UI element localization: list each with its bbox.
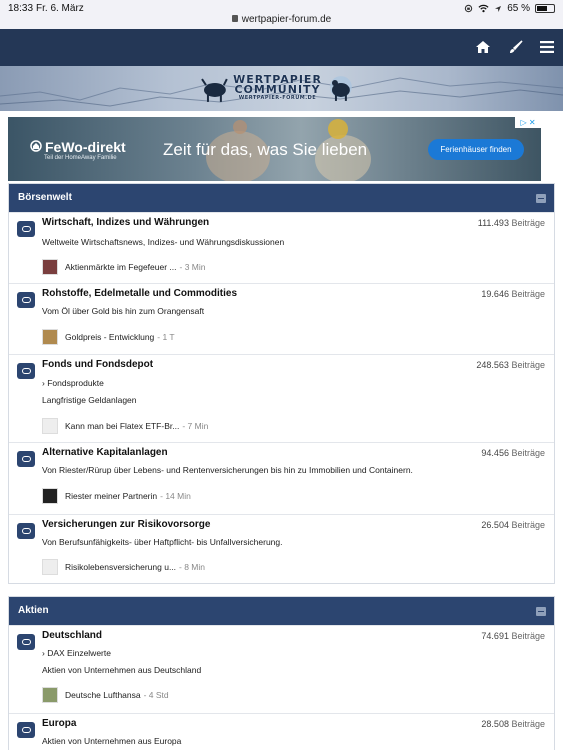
forum-description: Langfristige Geldanlagen — [42, 395, 137, 405]
forum-title[interactable]: Deutschland — [42, 630, 102, 641]
fewo-logo-icon — [30, 140, 42, 152]
last-post-title[interactable]: Kann man bei Flatex ETF-Br... — [65, 421, 179, 431]
ad-cta-button[interactable]: Ferienhäuser finden — [428, 139, 524, 160]
forum-description: Vom Öl über Gold bis hin zum Orangensaft — [42, 306, 205, 316]
last-post-title[interactable]: Risikolebensversicherung u... — [65, 562, 176, 572]
collapse-icon[interactable] — [536, 607, 546, 616]
last-post-time: - 4 Std — [143, 690, 169, 700]
forum-description: Weltweite Wirtschaftsnews, Indizes- und … — [42, 237, 285, 247]
avatar[interactable] — [42, 559, 58, 575]
category-boersenwelt: Börsenwelt Wirtschaft, Indizes und Währu… — [8, 183, 555, 584]
brush-icon[interactable] — [505, 37, 525, 57]
last-post[interactable]: Goldpreis - Entwicklung - 1 T — [42, 329, 175, 345]
last-post[interactable]: Risikolebensversicherung u... - 8 Min — [42, 559, 205, 575]
site-header — [0, 29, 563, 66]
forum-description: Von Riester/Rürup über Lebens- und Rente… — [42, 465, 413, 475]
url-text: wertpapier-forum.de — [241, 14, 332, 25]
location-icon — [495, 5, 502, 12]
subforum-link[interactable]: › DAX Einzelwerte — [42, 648, 111, 658]
battery-icon — [535, 4, 555, 13]
ad-choices-icon[interactable]: ▷ ✕ — [515, 117, 541, 128]
last-post[interactable]: Riester meiner Partnerin - 14 Min — [42, 488, 191, 504]
status-bar: 18:33 Fr. 6. März wertpapier-forum.de 65… — [0, 0, 563, 29]
forum-post-count: 248.563 Beiträge — [476, 360, 545, 370]
forum-icon — [17, 523, 35, 539]
forum-icon — [17, 634, 35, 650]
forum-title[interactable]: Alternative Kapitalanlagen — [42, 447, 168, 458]
avatar[interactable] — [42, 259, 58, 275]
ad-brand: FeWo-direkt — [45, 139, 126, 155]
forum-row[interactable]: Europa 28.508 Beiträge Aktien von Untern… — [9, 713, 554, 750]
ad-slogan: Zeit für das, was Sie lieben — [163, 140, 368, 159]
collapse-icon[interactable] — [536, 194, 546, 203]
last-post-time: - 3 Min — [179, 262, 206, 272]
bear-icon — [330, 76, 353, 101]
last-post-time: - 7 Min — [182, 421, 209, 431]
forum-description: Von Berufsunfähigkeits- über Haftpflicht… — [42, 537, 283, 547]
forum-banner: WERTPAPIER COMMUNITY WERTPAPIER-FORUM.DE — [0, 66, 563, 111]
forum-row[interactable]: Rohstoffe, Edelmetalle und Commodities 1… — [9, 283, 554, 354]
category-title: Aktien — [18, 605, 49, 616]
forum-post-count: 74.691 Beiträge — [481, 631, 545, 641]
forum-post-count: 28.508 Beiträge — [481, 719, 545, 729]
last-post-title[interactable]: Goldpreis - Entwicklung — [65, 332, 154, 342]
forum-description: Aktien von Unternehmen aus Europa — [42, 736, 182, 746]
logo-text: WERTPAPIER COMMUNITY WERTPAPIER-FORUM.DE — [233, 73, 322, 101]
lock-icon — [231, 15, 238, 22]
category-header[interactable]: Börsenwelt — [9, 184, 554, 212]
forum-icon — [17, 722, 35, 738]
forum-title[interactable]: Rohstoffe, Edelmetalle und Commodities — [42, 288, 237, 299]
bull-icon — [201, 78, 228, 102]
category-aktien: Aktien Deutschland 74.691 Beiträge › DAX… — [8, 596, 555, 750]
forum-title[interactable]: Versicherungen zur Risikovorsorge — [42, 519, 210, 530]
forum-row[interactable]: Fonds und Fondsdepot 248.563 Beiträge › … — [9, 354, 554, 442]
wifi-icon — [478, 4, 489, 13]
category-title: Börsenwelt — [18, 192, 72, 203]
forum-row[interactable]: Versicherungen zur Risikovorsorge 26.504… — [9, 514, 554, 584]
avatar[interactable] — [42, 687, 58, 703]
forum-row[interactable]: Wirtschaft, Indizes und Währungen 111.49… — [9, 212, 554, 283]
forum-post-count: 26.504 Beiträge — [481, 520, 545, 530]
status-date: Fr. 6. März — [36, 3, 84, 14]
last-post[interactable]: Aktienmärkte im Fegefeuer ... - 3 Min — [42, 259, 205, 275]
avatar[interactable] — [42, 329, 58, 345]
forum-icon — [17, 221, 35, 237]
last-post-title[interactable]: Riester meiner Partnerin — [65, 491, 157, 501]
subforum-link[interactable]: › Fondsprodukte — [42, 378, 104, 388]
last-post[interactable]: Deutsche Lufthansa - 4 Std — [42, 687, 169, 703]
last-post-title[interactable]: Deutsche Lufthansa — [65, 690, 141, 700]
forum-post-count: 111.493 Beiträge — [477, 218, 545, 228]
last-post-time: - 8 Min — [179, 562, 206, 572]
forum-row[interactable]: Deutschland 74.691 Beiträge › DAX Einzel… — [9, 625, 554, 713]
forum-row[interactable]: Alternative Kapitalanlagen 94.456 Beiträ… — [9, 442, 554, 514]
forum-title[interactable]: Europa — [42, 718, 76, 729]
address-bar[interactable]: wertpapier-forum.de — [0, 14, 563, 25]
forum-description: Aktien von Unternehmen aus Deutschland — [42, 665, 202, 675]
forum-icon — [17, 363, 35, 379]
ad-brand-sub: Teil der HomeAway Familie — [44, 155, 117, 161]
forum-title[interactable]: Wirtschaft, Indizes und Währungen — [42, 217, 209, 228]
home-icon[interactable] — [473, 37, 493, 57]
battery-percent: 65 % — [507, 3, 530, 14]
forum-title[interactable]: Fonds und Fondsdepot — [42, 359, 153, 370]
status-time: 18:33 — [8, 3, 34, 14]
last-post-time: - 14 Min — [160, 491, 191, 501]
forum-icon — [17, 292, 35, 308]
advertisement-banner[interactable]: FeWo-direkt Teil der HomeAway Familie Ze… — [8, 117, 541, 181]
orientation-lock-icon — [465, 4, 473, 13]
last-post[interactable]: Kann man bei Flatex ETF-Br... - 7 Min — [42, 418, 208, 434]
category-header[interactable]: Aktien — [9, 597, 554, 625]
site-logo[interactable]: WERTPAPIER COMMUNITY WERTPAPIER-FORUM.DE — [200, 70, 355, 106]
last-post-title[interactable]: Aktienmärkte im Fegefeuer ... — [65, 262, 177, 272]
menu-icon[interactable] — [537, 37, 557, 57]
forum-post-count: 19.646 Beiträge — [481, 289, 545, 299]
forum-post-count: 94.456 Beiträge — [481, 448, 545, 458]
avatar[interactable] — [42, 488, 58, 504]
status-indicators: 65 % — [464, 3, 555, 14]
avatar[interactable] — [42, 418, 58, 434]
last-post-time: - 1 T — [157, 332, 175, 342]
forum-icon — [17, 451, 35, 467]
